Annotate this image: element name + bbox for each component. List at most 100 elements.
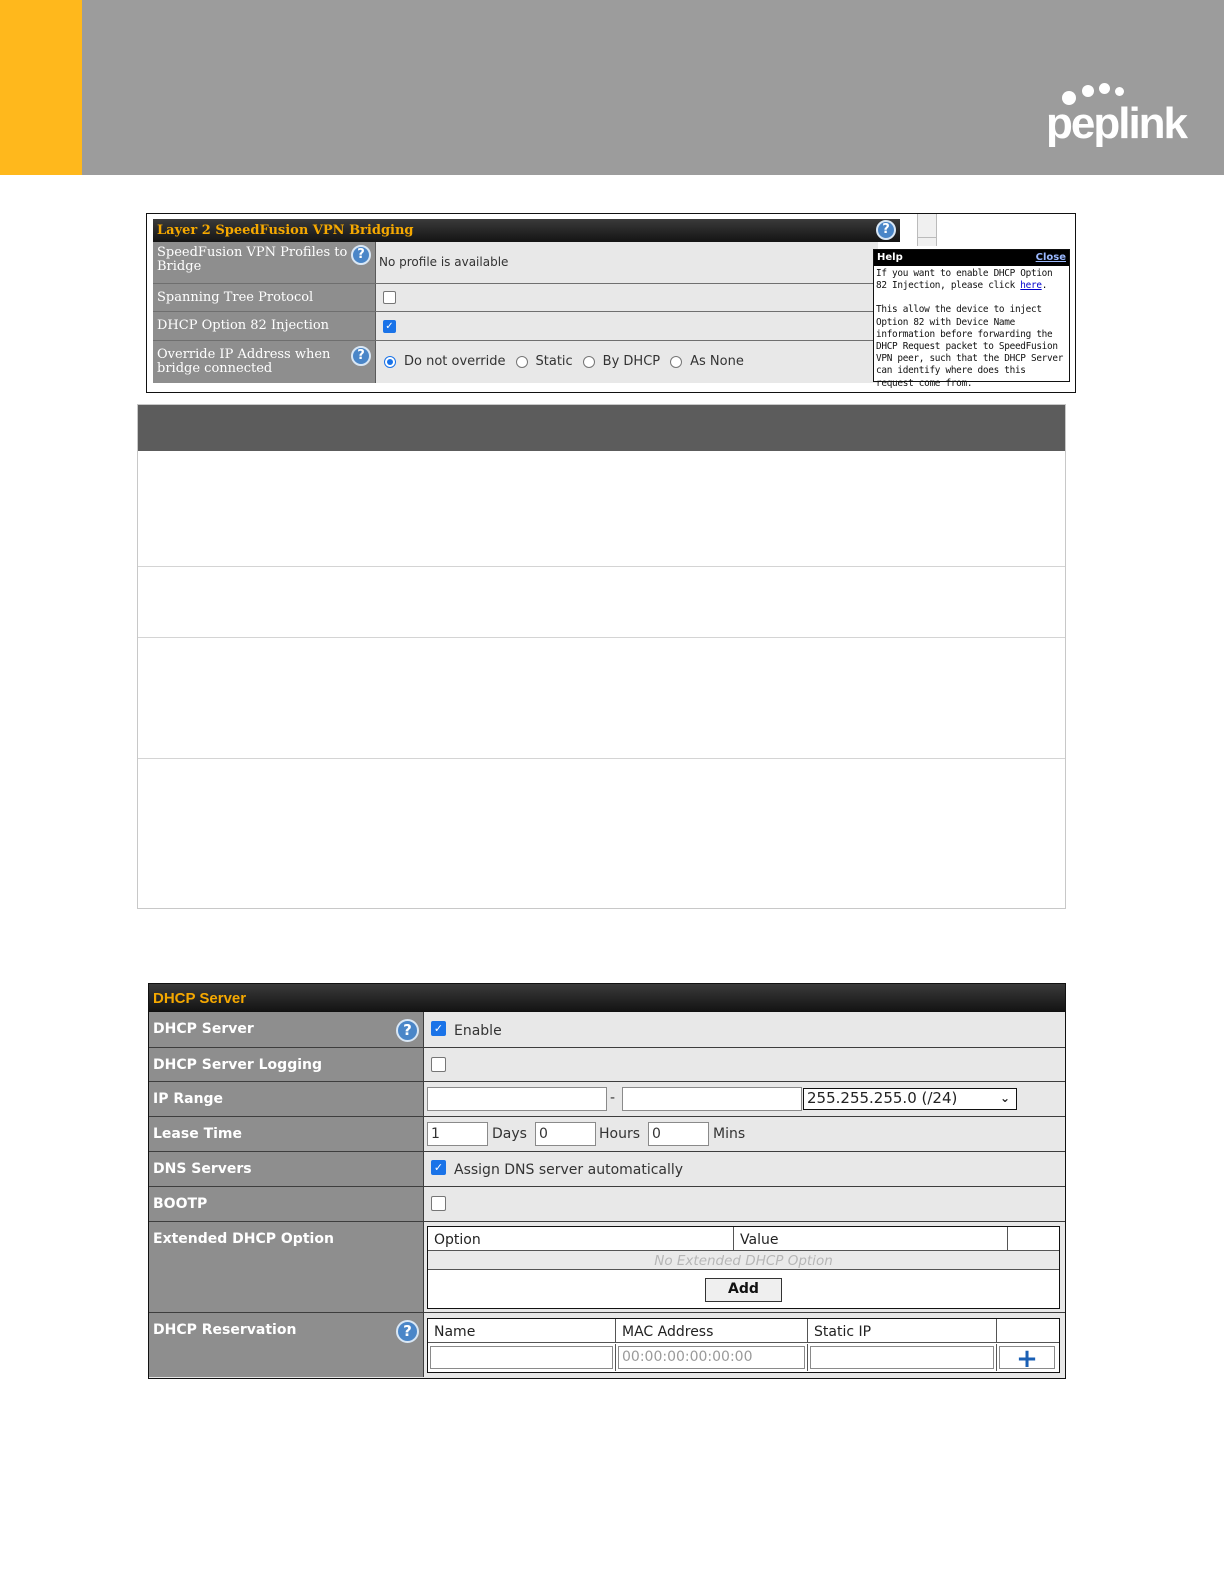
column-header-name: Name (428, 1319, 616, 1342)
description-row (138, 758, 1065, 908)
radio-static[interactable] (515, 355, 528, 368)
column-header-action (997, 1319, 1059, 1342)
lease-hours-unit: Hours (599, 1126, 641, 1142)
radio-label: Static (535, 354, 573, 369)
row-value: ✓ (376, 312, 878, 340)
row-override-ip: Override IP Address when bridge connecte… (153, 341, 878, 383)
radio-label: As None (690, 354, 744, 369)
row-bootp: BOOTP (149, 1187, 1065, 1222)
enable-label: Enable (454, 1023, 502, 1039)
row-label: Spanning Tree Protocol (153, 284, 376, 311)
subnet-mask-value: 255.255.255.0 (/24) (807, 1089, 958, 1107)
add-reservation-plus-icon[interactable]: + (999, 1346, 1055, 1372)
description-row (138, 451, 1065, 566)
help-text: . (1041, 280, 1048, 292)
row-value: No profile is available (376, 242, 878, 283)
name-cell (428, 1344, 616, 1371)
row-value: ✓ Enable (424, 1012, 1065, 1047)
row-label: Lease Time (149, 1117, 424, 1151)
row-label: DHCP Option 82 Injection (153, 312, 376, 340)
row-dns-servers: DNS Servers ✓ Assign DNS server automati… (149, 1152, 1065, 1187)
row-dhcp-server: DHCP Server ? ✓ Enable (149, 1012, 1065, 1048)
peplink-logo: peplink (1040, 80, 1190, 160)
help-icon[interactable]: ? (396, 1320, 419, 1343)
row-vpn-profiles: SpeedFusion VPN Profiles to Bridge ? No … (153, 242, 878, 284)
dhcp-server-label: DHCP Server (153, 1021, 254, 1037)
scrollbar[interactable] (917, 214, 937, 246)
reservation-name-input[interactable] (430, 1346, 613, 1369)
help-icon[interactable]: ? (351, 245, 371, 265)
row-lease-time: Lease Time 1 Days 0 Hours 0 Mins (149, 1117, 1065, 1152)
help-popup-body: If you want to enable DHCP Option 82 Inj… (874, 266, 1069, 404)
reservation-static-ip-input[interactable] (810, 1346, 994, 1369)
ip-range-end-input[interactable] (622, 1087, 802, 1111)
radio-label: By DHCP (602, 354, 661, 369)
row-value: Option Value No Extended DHCP Option Add (424, 1222, 1065, 1312)
table-header: Option Value (428, 1227, 1059, 1251)
l2-bridging-title-bar: Layer 2 SpeedFusion VPN Bridging ? (153, 219, 900, 242)
row-dhcp-option-82: DHCP Option 82 Injection ✓ (153, 312, 878, 341)
radio-label: Do not override (404, 354, 506, 369)
empty-message: No Extended DHCP Option (428, 1251, 1059, 1270)
row-label: IP Range (149, 1082, 424, 1116)
row-dhcp-logging: DHCP Server Logging (149, 1048, 1065, 1082)
row-label: DHCP Server ? (149, 1012, 424, 1047)
dhcp-option-82-checkbox[interactable]: ✓ (383, 320, 396, 333)
bootp-checkbox[interactable] (431, 1196, 446, 1211)
vpn-profiles-label: SpeedFusion VPN Profiles to Bridge (157, 245, 348, 274)
logo-wordmark: peplink (1046, 99, 1188, 148)
dns-auto-checkbox[interactable]: ✓ (431, 1160, 446, 1175)
row-label: DHCP Reservation ? (149, 1313, 424, 1377)
row-value (424, 1048, 1065, 1081)
add-extended-option-button[interactable]: Add (705, 1278, 782, 1302)
lease-mins-unit: Mins (713, 1126, 746, 1142)
lease-hours-input[interactable]: 0 (535, 1122, 596, 1146)
help-icon[interactable]: ? (351, 346, 371, 366)
radio-do-not-override[interactable] (384, 355, 396, 368)
static-ip-cell (808, 1344, 997, 1371)
row-value: - 255.255.255.0 (/24) ⌄ (424, 1082, 1065, 1116)
mac-cell: 00:00:00:00:00:00 (616, 1344, 808, 1371)
override-ip-radio-group: Do not override Static By DHCP As None (384, 354, 746, 369)
help-popup-header: Help Close (874, 250, 1069, 266)
lease-days-input[interactable]: 1 (427, 1122, 488, 1146)
row-value: Do not override Static By DHCP As None (376, 341, 878, 383)
lease-mins-input[interactable]: 0 (648, 1122, 709, 1146)
help-icon[interactable]: ? (876, 220, 896, 240)
dhcp-server-panel: DHCP Server DHCP Server ? ✓ Enable DHCP … (148, 983, 1066, 1379)
dhcp-enable-checkbox[interactable]: ✓ (431, 1021, 446, 1036)
dhcp-logging-checkbox[interactable] (431, 1057, 446, 1072)
dns-auto-label: Assign DNS server automatically (454, 1162, 684, 1178)
description-table (137, 404, 1066, 909)
dhcp-reservation-label: DHCP Reservation (153, 1322, 297, 1338)
row-value: Name MAC Address Static IP 00:00:00:00:0… (424, 1313, 1065, 1377)
column-header-mac: MAC Address (616, 1319, 808, 1342)
extended-option-table: Option Value No Extended DHCP Option Add (427, 1226, 1060, 1309)
l2-bridging-rows: SpeedFusion VPN Profiles to Bridge ? No … (153, 242, 878, 383)
description-row (138, 566, 1065, 637)
chevron-down-icon: ⌄ (999, 1091, 1010, 1105)
reservation-mac-input[interactable]: 00:00:00:00:00:00 (618, 1346, 805, 1369)
row-value (376, 284, 878, 311)
table-header: Name MAC Address Static IP (428, 1319, 1059, 1343)
ip-range-start-input[interactable] (427, 1087, 607, 1111)
description-row (138, 637, 1065, 758)
spanning-tree-checkbox[interactable] (383, 291, 396, 304)
l2-bridging-title: Layer 2 SpeedFusion VPN Bridging (157, 223, 414, 238)
column-header-option: Option (428, 1227, 734, 1250)
help-popup: Help Close If you want to enable DHCP Op… (873, 249, 1070, 389)
l2-bridging-panel: Layer 2 SpeedFusion VPN Bridging ? Speed… (146, 213, 1076, 393)
radio-as-none[interactable] (670, 355, 683, 368)
help-icon[interactable]: ? (396, 1019, 419, 1042)
row-label: DHCP Server Logging (149, 1048, 424, 1081)
reservation-table: Name MAC Address Static IP 00:00:00:00:0… (427, 1318, 1060, 1373)
help-here-link[interactable]: here (1020, 280, 1042, 291)
radio-by-dhcp[interactable] (582, 355, 595, 368)
row-value: 1 Days 0 Hours 0 Mins (424, 1117, 1065, 1151)
ip-range-separator: - (610, 1090, 616, 1106)
help-close-link[interactable]: Close (1036, 250, 1066, 266)
action-cell: + (997, 1344, 1058, 1372)
row-label: Extended DHCP Option (149, 1222, 424, 1312)
subnet-mask-select[interactable]: 255.255.255.0 (/24) ⌄ (803, 1088, 1017, 1110)
row-label: DNS Servers (149, 1152, 424, 1186)
